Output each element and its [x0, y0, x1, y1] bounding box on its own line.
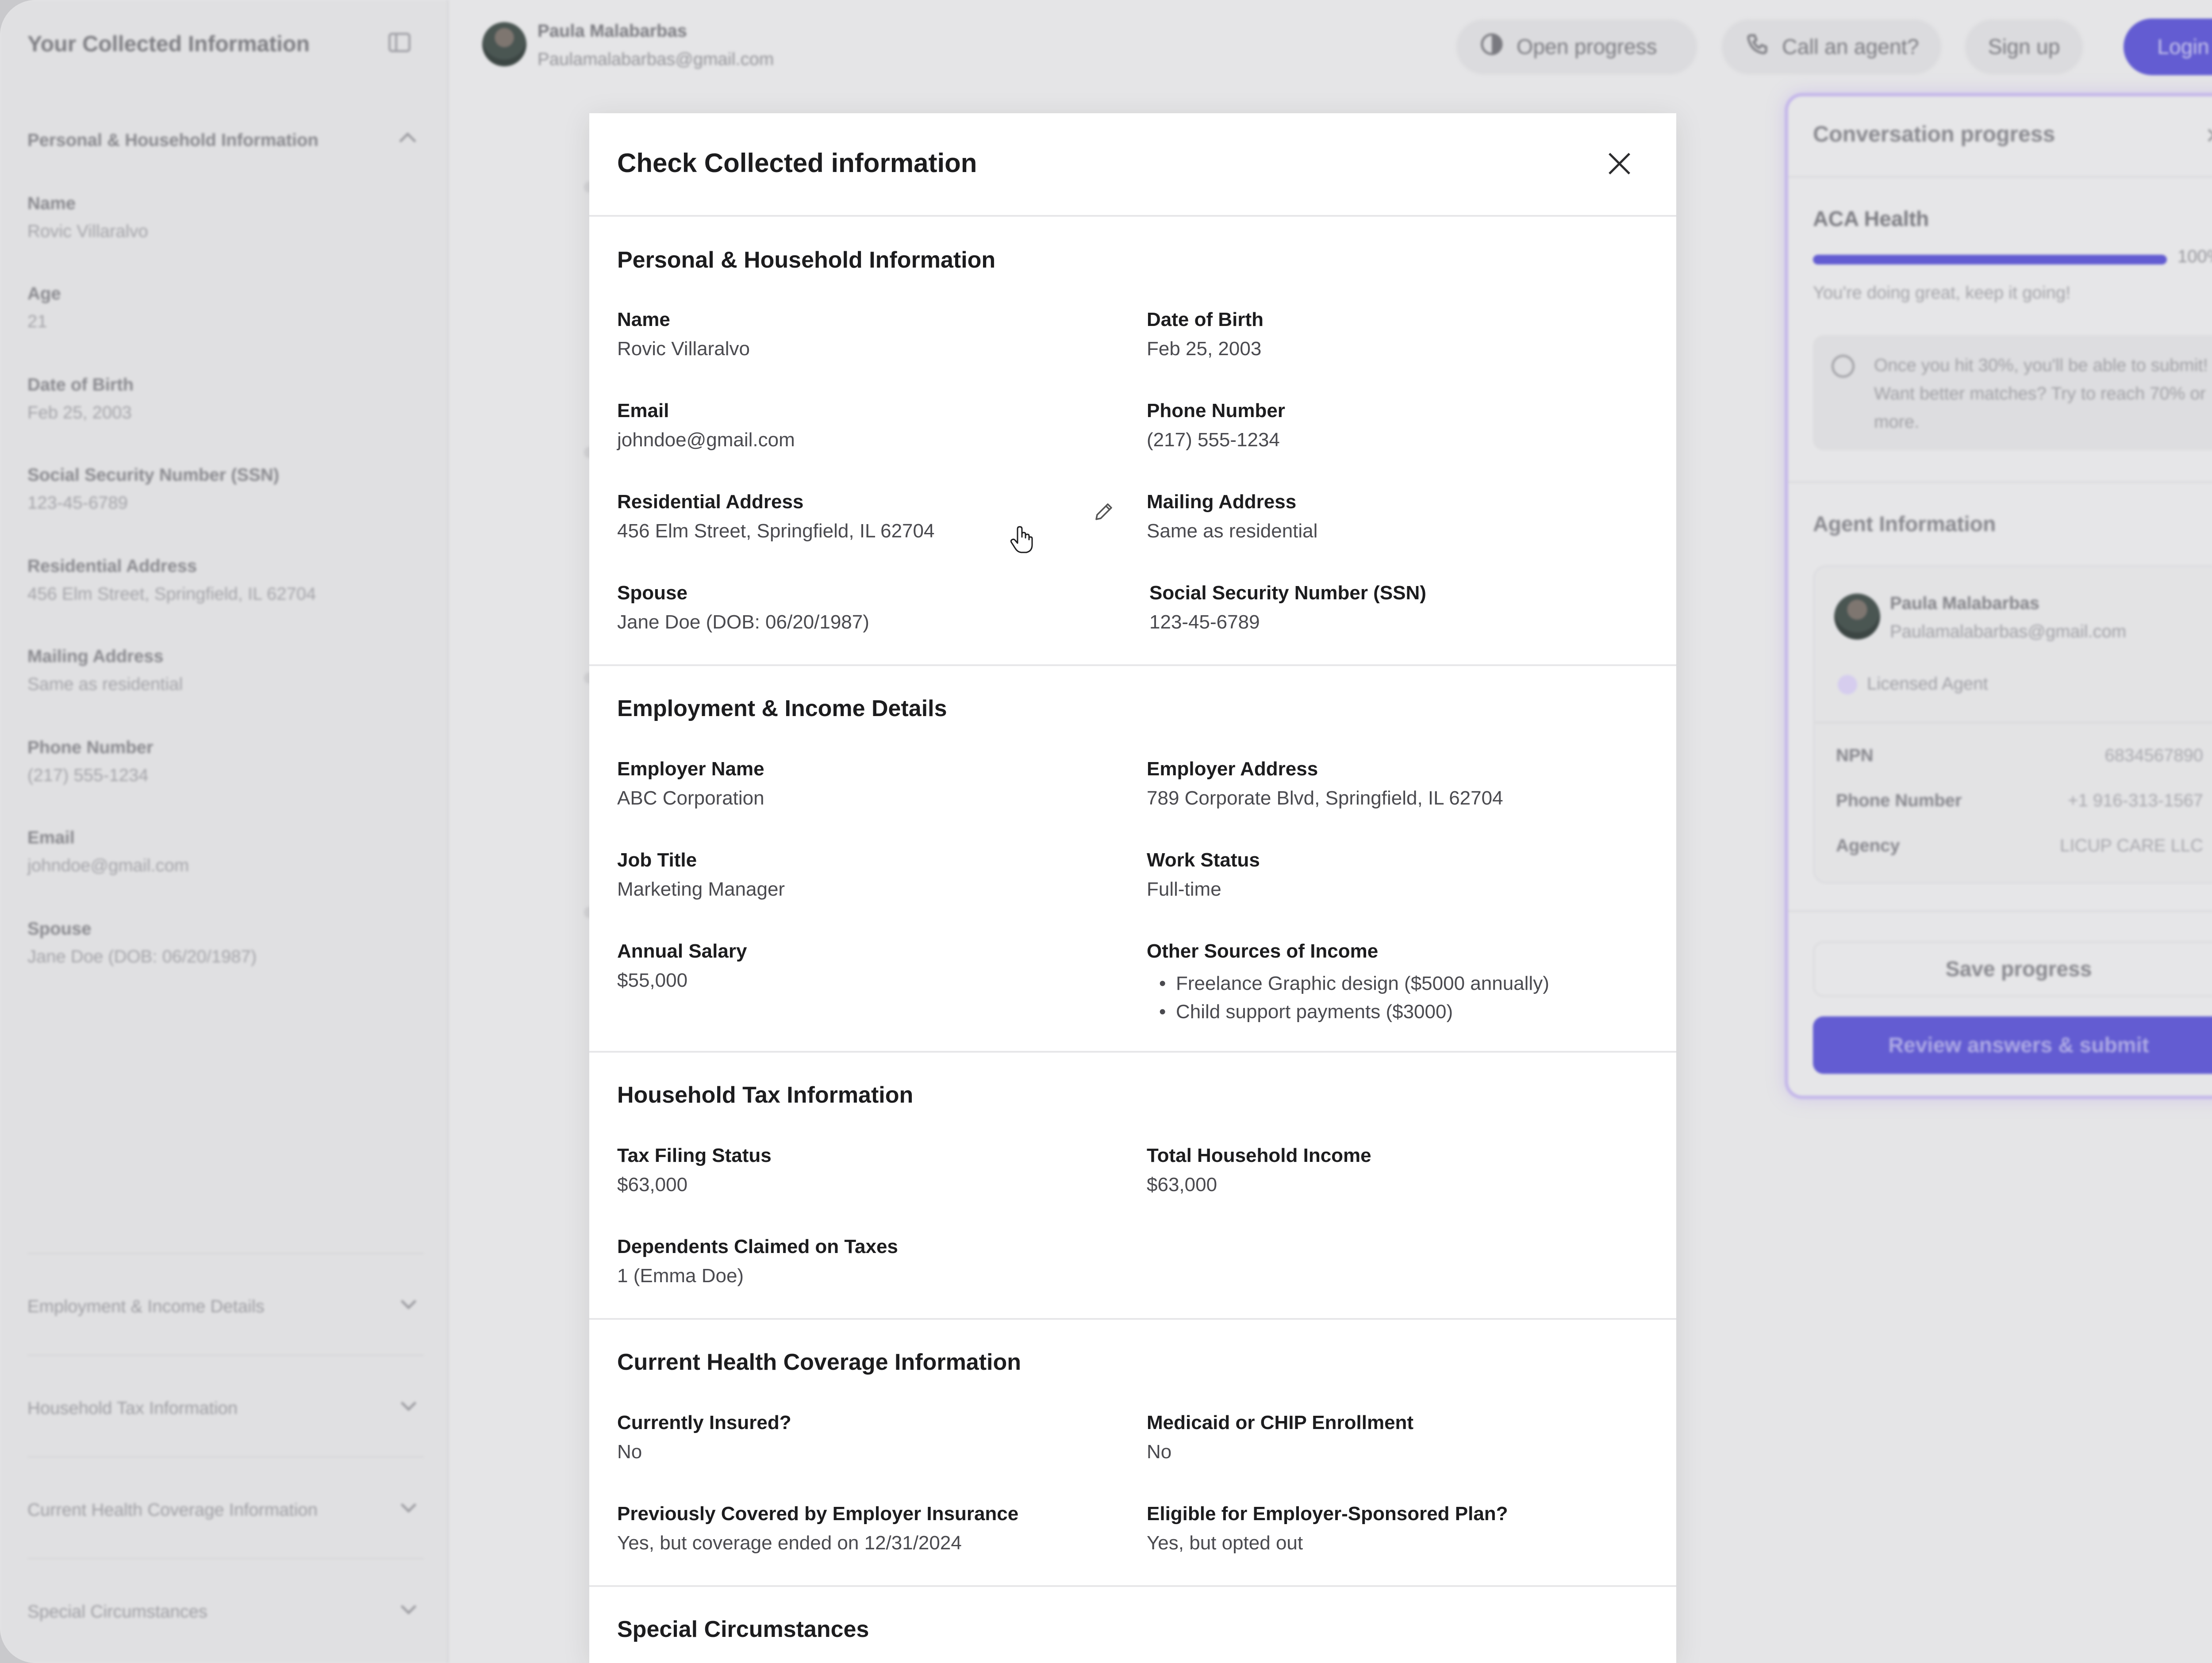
field-value: (217) 555-1234 — [1147, 429, 1280, 451]
field-label: Date of Birth — [1147, 309, 1263, 330]
section-title-personal: Personal & Household Information — [617, 247, 996, 273]
divider — [589, 1318, 1676, 1320]
field-residential-address: Residential Address 456 Elm Street, Spri… — [617, 491, 934, 542]
section-title-employment: Employment & Income Details — [617, 696, 947, 721]
field-value: Yes, but opted out — [1147, 1532, 1303, 1554]
field-total-income: Total Household Income $63,000 — [1147, 1145, 1371, 1196]
field-label: Residential Address — [617, 491, 804, 513]
field-employer-address: Employer Address 789 Corporate Blvd, Spr… — [1147, 758, 1503, 809]
field-label: Spouse — [617, 582, 687, 604]
field-value: $55,000 — [617, 969, 688, 991]
divider — [589, 1051, 1676, 1053]
field-phone: Phone Number (217) 555-1234 — [1147, 400, 1285, 451]
field-label: Currently Insured? — [617, 1412, 791, 1433]
field-value: 1 (Emma Doe) — [617, 1265, 744, 1287]
field-label: Total Household Income — [1147, 1145, 1371, 1166]
field-value: johndoe@gmail.com — [617, 429, 795, 451]
field-label: Annual Salary — [617, 940, 747, 962]
field-label: Phone Number — [1147, 400, 1285, 421]
field-filing-status: Tax Filing Status $63,000 — [617, 1145, 772, 1196]
list-item: Child support payments ($3000) — [1147, 998, 1549, 1026]
edit-pencil-icon[interactable] — [1093, 501, 1115, 523]
field-name: Name Rovic Villaralvo — [617, 309, 750, 360]
field-value: No — [1147, 1441, 1172, 1463]
field-label: Dependents Claimed on Taxes — [617, 1236, 898, 1257]
close-icon[interactable] — [1608, 152, 1631, 175]
section-title-special: Special Circumstances — [617, 1617, 869, 1642]
section-title-coverage: Current Health Coverage Information — [617, 1349, 1022, 1375]
field-value: Yes, but coverage ended on 12/31/2024 — [617, 1532, 962, 1554]
field-value: 789 Corporate Blvd, Springfield, IL 6270… — [1147, 787, 1503, 809]
field-label: Employer Address — [1147, 758, 1318, 780]
field-label: Job Title — [617, 849, 697, 871]
field-annual-salary: Annual Salary $55,000 — [617, 940, 747, 992]
field-other-income: Other Sources of Income Freelance Graphi… — [1147, 940, 1549, 1026]
divider — [589, 664, 1676, 666]
hand-cursor-icon — [1010, 525, 1033, 554]
field-spouse: Spouse Jane Doe (DOB: 06/20/1987) — [617, 582, 869, 633]
field-value: ABC Corporation — [617, 787, 764, 809]
field-label: Tax Filing Status — [617, 1145, 772, 1166]
modal-title: Check Collected information — [617, 148, 977, 178]
check-info-modal: Check Collected information Personal & H… — [589, 113, 1676, 1663]
field-value: Marketing Manager — [617, 878, 785, 900]
field-label: Employer Name — [617, 758, 764, 780]
field-employer-name: Employer Name ABC Corporation — [617, 758, 764, 809]
field-label: Email — [617, 400, 669, 421]
list-item: Freelance Graphic design ($5000 annually… — [1147, 969, 1549, 998]
app-screen: Your Collected Information Personal & Ho… — [0, 0, 2212, 1663]
field-label: Work Status — [1147, 849, 1260, 871]
field-previous-coverage: Previously Covered by Employer Insurance… — [617, 1503, 1018, 1554]
field-work-status: Work Status Full-time — [1147, 849, 1260, 900]
income-list: Freelance Graphic design ($5000 annually… — [1147, 969, 1549, 1026]
field-value: Full-time — [1147, 878, 1221, 900]
field-label: Other Sources of Income — [1147, 940, 1379, 962]
field-value: Feb 25, 2003 — [1147, 338, 1262, 360]
field-currently-insured: Currently Insured? No — [617, 1412, 791, 1463]
divider — [589, 215, 1676, 217]
field-value: $63,000 — [617, 1174, 688, 1196]
field-value: 456 Elm Street, Springfield, IL 62704 — [617, 520, 935, 542]
field-value: 123-45-6789 — [1149, 611, 1260, 633]
field-label: Previously Covered by Employer Insurance — [617, 1503, 1019, 1525]
field-email: Email johndoe@gmail.com — [617, 400, 795, 451]
field-label: Name — [617, 309, 670, 330]
field-value: Same as residential — [1147, 520, 1318, 542]
field-dependents: Dependents Claimed on Taxes 1 (Emma Doe) — [617, 1236, 898, 1287]
field-employer-plan-eligibility: Eligible for Employer-Sponsored Plan? Ye… — [1147, 1503, 1508, 1554]
field-medicaid: Medicaid or CHIP Enrollment No — [1147, 1412, 1413, 1463]
field-value: Jane Doe (DOB: 06/20/1987) — [617, 611, 869, 633]
field-label: Eligible for Employer-Sponsored Plan? — [1147, 1503, 1508, 1525]
divider — [589, 1585, 1676, 1587]
field-value: $63,000 — [1147, 1174, 1217, 1196]
field-label: Medicaid or CHIP Enrollment — [1147, 1412, 1414, 1433]
field-label: Mailing Address — [1147, 491, 1297, 513]
field-mailing-address: Mailing Address Same as residential — [1147, 491, 1317, 542]
field-value: No — [617, 1441, 642, 1463]
field-ssn: Social Security Number (SSN) 123-45-6789 — [1149, 582, 1426, 633]
field-job-title: Job Title Marketing Manager — [617, 849, 785, 900]
field-value: Rovic Villaralvo — [617, 338, 750, 360]
field-dob: Date of Birth Feb 25, 2003 — [1147, 309, 1263, 360]
field-label: Social Security Number (SSN) — [1149, 582, 1426, 604]
section-title-tax: Household Tax Information — [617, 1082, 914, 1108]
